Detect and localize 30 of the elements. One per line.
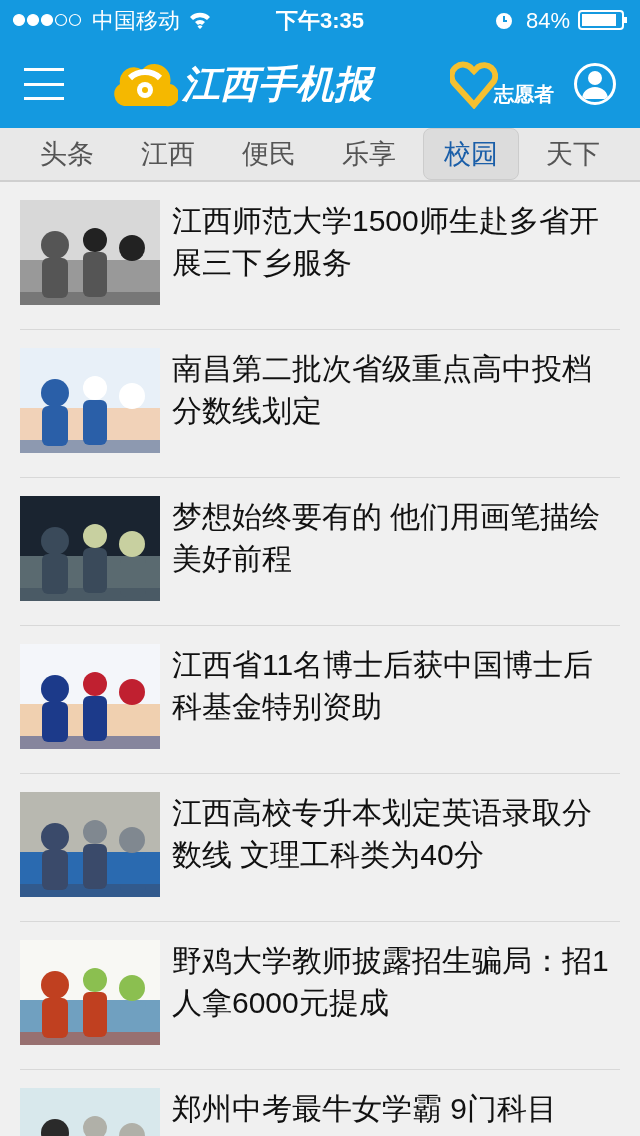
user-icon [581, 69, 609, 99]
menu-button[interactable] [24, 68, 64, 100]
category-tab[interactable]: 校园 [423, 128, 520, 180]
news-title: 南昌第二批次省级重点高中投档分数线划定 [172, 351, 593, 429]
news-title: 梦想始终要有的 他们用画笔描绘美好前程 [172, 499, 602, 577]
carrier-text: 中国移动 [92, 6, 180, 35]
time-text: 下午3:35 [276, 6, 365, 35]
news-title: 江西省11名博士后获中国博士后科基金特别资助 [172, 647, 595, 725]
news-item[interactable]: 南昌第二批次省级重点高中投档分数线划定 [20, 330, 620, 478]
news-title: 野鸡大学教师披露招生骗局：招1人拿6000元提成 [172, 943, 610, 1021]
category-tab[interactable]: 天下 [526, 128, 620, 180]
news-item[interactable]: 江西省11名博士后获中国博士后科基金特别资助 [20, 626, 620, 774]
battery-text: 84% [525, 6, 570, 35]
alarm-icon [493, 10, 514, 30]
category-tab[interactable]: 乐享 [322, 128, 417, 180]
news-title: 郑州中考最牛女学霸 9门科目 [172, 1091, 558, 1127]
news-item[interactable]: 江西师范大学1500师生赴多省开展三下乡服务 [20, 182, 620, 330]
battery-icon [578, 9, 628, 31]
news-title: 江西师范大学1500师生赴多省开展三下乡服务 [172, 203, 600, 281]
profile-button[interactable] [574, 63, 616, 105]
news-item[interactable]: 江西高校专升本划定英语录取分数线 文理工科类为40分 [20, 774, 620, 922]
news-title: 江西高校专升本划定英语录取分数线 文理工科类为40分 [172, 795, 593, 873]
news-item[interactable]: 梦想始终要有的 他们用画笔描绘美好前程 [20, 478, 620, 626]
signal-icon [12, 13, 84, 27]
news-item[interactable]: 野鸡大学教师披露招生骗局：招1人拿6000元提成 [20, 922, 620, 1070]
category-tab[interactable]: 头条 [20, 128, 114, 180]
news-item[interactable]: 郑州中考最牛女学霸 9门科目 [20, 1070, 620, 1136]
category-tab[interactable]: 江西 [120, 128, 215, 180]
wifi-icon [188, 11, 212, 29]
category-tab[interactable]: 便民 [221, 128, 316, 180]
